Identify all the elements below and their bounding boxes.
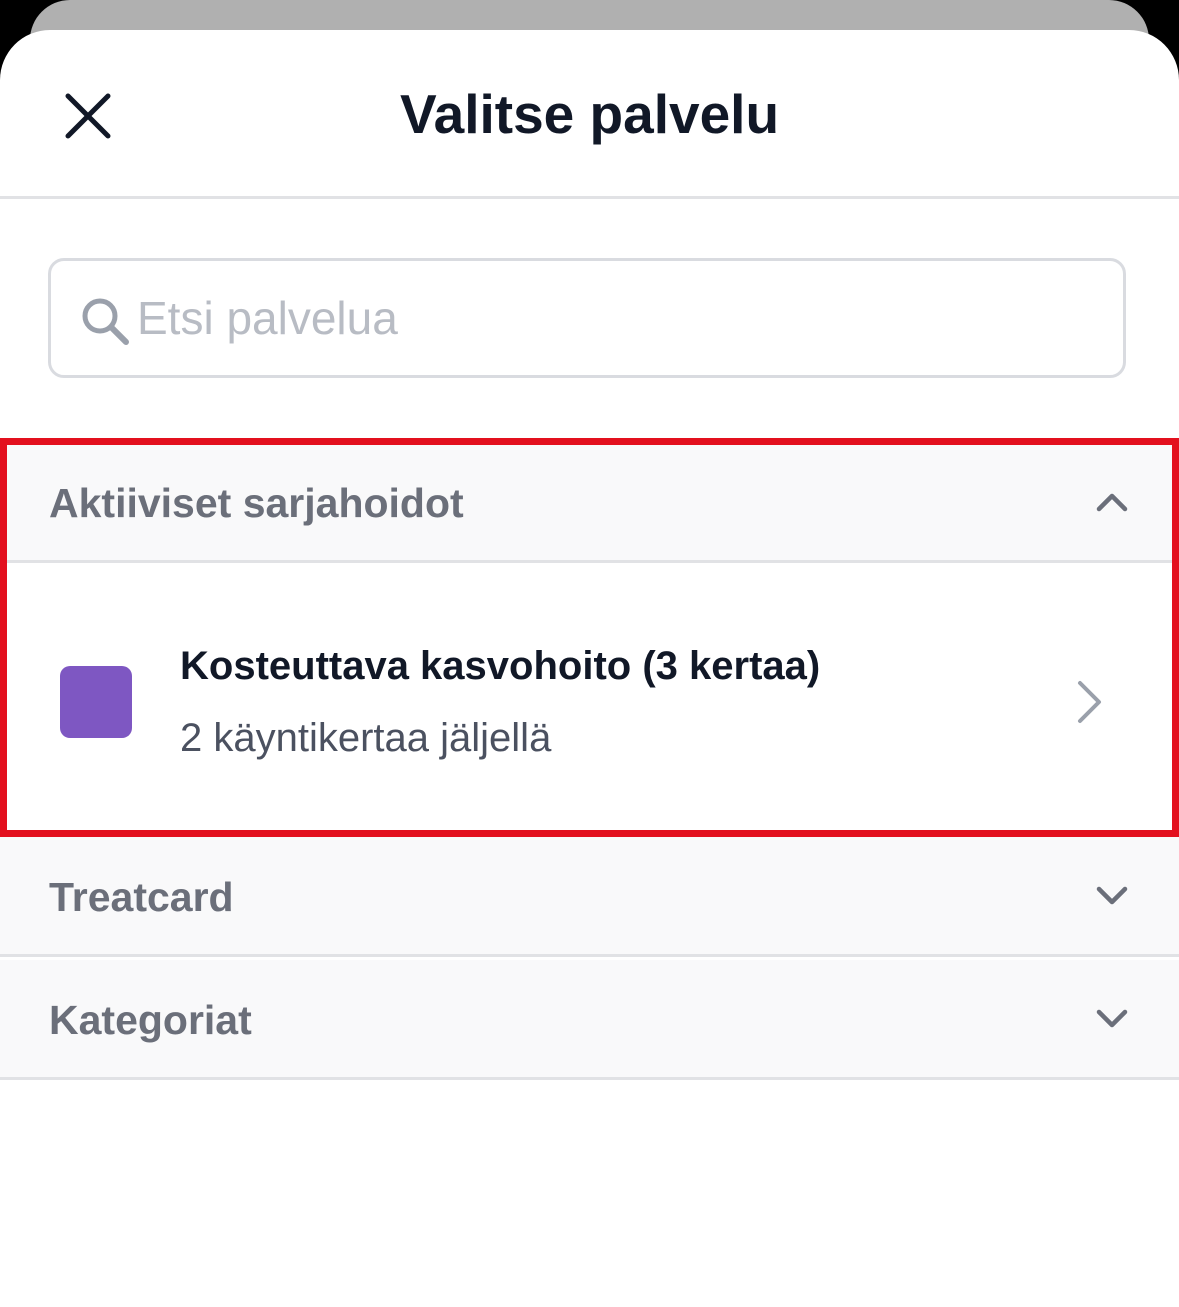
chevron-right-icon — [1078, 681, 1101, 723]
sheet-header: Valitse palvelu — [0, 30, 1179, 199]
search-box[interactable] — [48, 258, 1126, 378]
chevron-up-icon — [1096, 493, 1128, 512]
service-picker-sheet: Valitse palvelu Aktiiviset sarjahoidot K… — [0, 30, 1179, 1307]
list-item-series-treatment[interactable]: Kosteuttava kasvohoito (3 kertaa) 2 käyn… — [0, 567, 1179, 837]
service-color-swatch — [60, 666, 132, 738]
service-remaining-visits: 2 käyntikertaa jäljellä — [180, 716, 552, 760]
section-header-treatcard[interactable]: Treatcard — [0, 837, 1179, 957]
search-icon — [82, 298, 129, 345]
service-name: Kosteuttava kasvohoito (3 kertaa) — [180, 644, 821, 688]
chevron-down-icon — [1096, 1009, 1128, 1028]
section-label: Aktiiviset sarjahoidot — [49, 480, 464, 526]
section-header-categories[interactable]: Kategoriat — [0, 960, 1179, 1080]
section-label: Treatcard — [49, 874, 234, 920]
section-label: Kategoriat — [49, 997, 252, 1043]
search-input[interactable] — [137, 261, 1097, 375]
page-title: Valitse palvelu — [399, 83, 780, 145]
section-header-active-series[interactable]: Aktiiviset sarjahoidot — [0, 443, 1179, 563]
chevron-down-icon — [1096, 886, 1128, 905]
